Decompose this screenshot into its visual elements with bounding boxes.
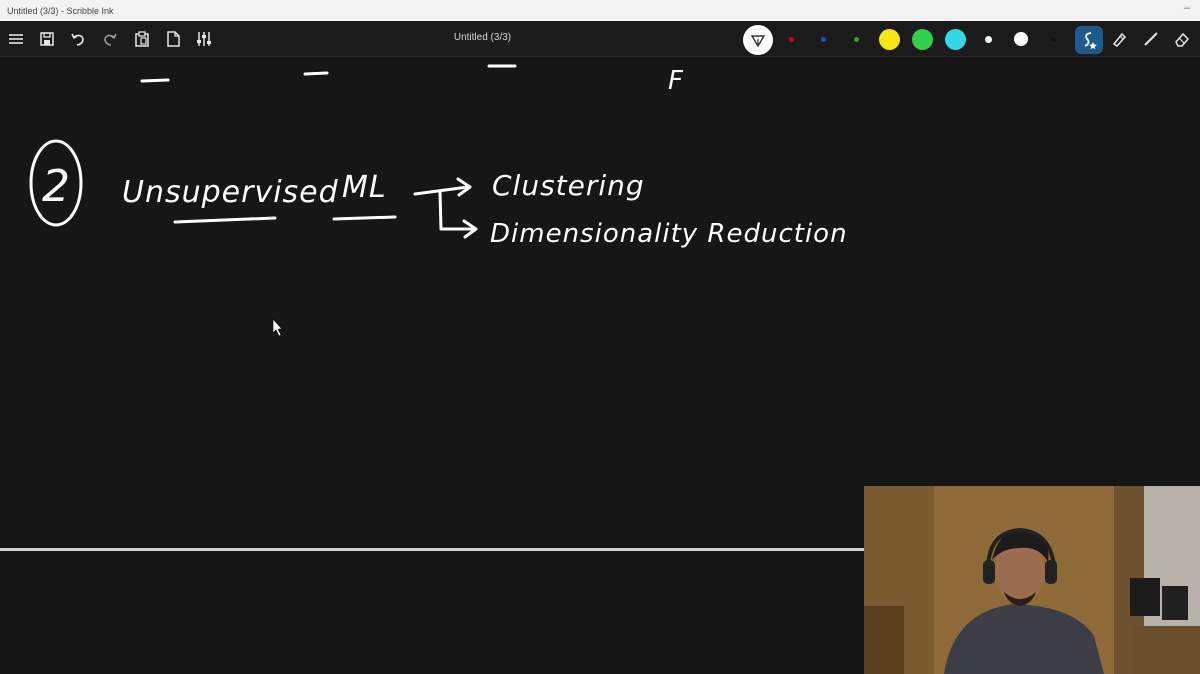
highlighter-icon[interactable] <box>1107 27 1131 51</box>
color-swatch-yellow[interactable] <box>879 29 900 50</box>
color-swatch-white-small[interactable] <box>985 36 992 43</box>
branch-clustering: Clustering <box>492 169 645 202</box>
redo-icon[interactable] <box>98 27 122 51</box>
color-swatch-lime[interactable] <box>912 29 933 50</box>
new-page-icon[interactable] <box>161 27 185 51</box>
mouse-cursor-icon <box>272 318 283 337</box>
eraser-icon[interactable] <box>1170 27 1194 51</box>
branch-dimensionality-reduction: Dimensionality Reduction <box>490 219 848 249</box>
minimize-button[interactable]: – <box>1184 2 1190 14</box>
color-swatch-blue[interactable] <box>821 37 826 42</box>
color-swatch-black[interactable] <box>1051 37 1056 42</box>
save-icon[interactable] <box>35 27 59 51</box>
underline-unsupervised <box>173 216 277 224</box>
heading-word-unsupervised: Unsupervised <box>122 175 339 210</box>
undo-icon[interactable] <box>66 27 90 51</box>
underline-ml <box>332 215 397 221</box>
pen-nib-icon[interactable] <box>743 25 773 55</box>
color-swatch-cyan[interactable] <box>945 29 966 50</box>
branch-arrows <box>413 177 478 239</box>
top-letter: F <box>668 66 684 96</box>
window-title: Untitled (3/3) - Scribble Ink <box>7 5 114 16</box>
document-title: Untitled (3/3) <box>453 32 512 43</box>
window-title-bar: Untitled (3/3) - Scribble Ink – <box>0 0 1200 21</box>
number-label: 2 <box>42 161 71 212</box>
settings-sliders-icon[interactable] <box>192 27 216 51</box>
previous-row-strokes <box>140 64 517 83</box>
color-swatch-green[interactable] <box>854 37 859 42</box>
menu-icon[interactable] <box>4 27 28 51</box>
color-swatch-red[interactable] <box>789 37 794 42</box>
line-icon[interactable] <box>1139 27 1163 51</box>
page-divider <box>0 548 864 551</box>
presenter-webcam <box>864 486 1200 674</box>
paste-icon[interactable] <box>130 27 154 51</box>
heading-word-ml: ML <box>342 170 387 205</box>
stroke-style-icon[interactable] <box>1075 26 1103 54</box>
color-swatch-white-large[interactable] <box>1014 32 1028 46</box>
